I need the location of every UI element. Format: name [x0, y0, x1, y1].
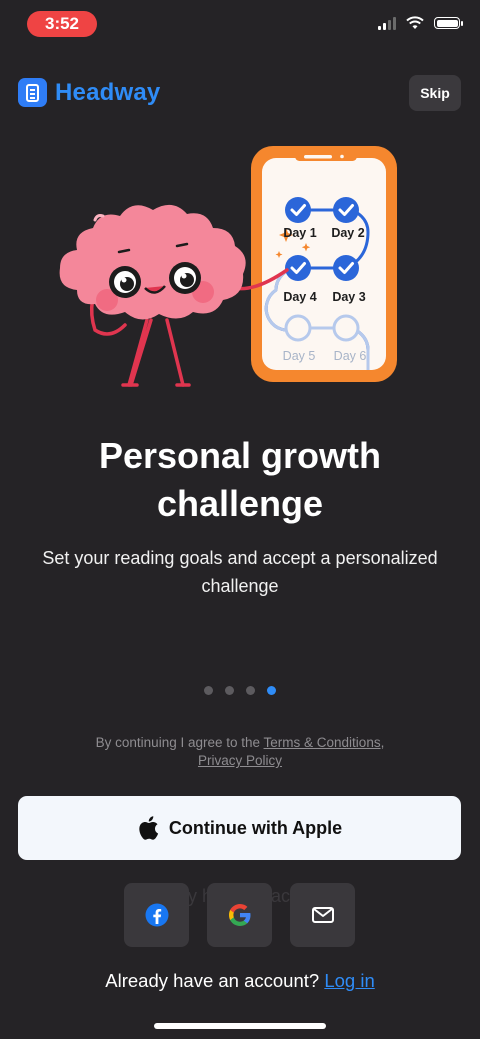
continue-with-apple-button[interactable]: Continue with Apple [18, 796, 461, 860]
day-label: Day 2 [331, 226, 364, 240]
page-dot[interactable] [225, 686, 234, 695]
brand-logo: Headway [18, 78, 160, 107]
privacy-policy-link[interactable]: Privacy Policy [198, 753, 282, 768]
terms-notice: By continuing I agree to the Terms & Con… [95, 735, 385, 768]
home-indicator[interactable] [154, 1023, 326, 1029]
skip-button[interactable]: Skip [409, 75, 461, 111]
book-icon [18, 78, 47, 107]
status-time[interactable]: 3:52 [27, 11, 97, 37]
page-dot[interactable] [246, 686, 255, 695]
status-bar: 3:52 [0, 0, 480, 48]
page-indicator[interactable] [0, 686, 480, 695]
email-login-button[interactable] [290, 883, 355, 947]
google-icon [228, 904, 250, 926]
status-icons [378, 16, 463, 30]
login-prompt: Already have an account? Log in [105, 970, 375, 991]
facebook-icon [145, 903, 168, 927]
log-in-link[interactable]: Log in [324, 970, 374, 991]
mail-icon [311, 907, 334, 923]
challenge-illustration: Day 1 Day 2 Day 4 Day 3 Day 5 Day 6 [59, 146, 397, 387]
day-node-completed [285, 197, 311, 223]
day-node-completed [285, 255, 311, 281]
brand-name: Headway [55, 78, 161, 106]
page-dot-active[interactable] [267, 686, 276, 695]
google-login-button[interactable] [207, 883, 272, 947]
day-label: Day 6 [334, 349, 367, 363]
day-label: Day 1 [283, 226, 316, 240]
wifi-icon [406, 16, 424, 29]
day-label: Day 3 [332, 290, 365, 304]
day-node-completed [333, 197, 359, 223]
onboarding-title: Personal growth challenge [98, 435, 382, 524]
cellular-signal-icon [378, 16, 396, 30]
apple-icon [139, 816, 158, 840]
phone-illustration: Day 1 Day 2 Day 4 Day 3 Day 5 Day 6 [251, 146, 397, 382]
page-dot[interactable] [204, 686, 213, 695]
day-label: Day 5 [283, 349, 316, 363]
day-node-completed [333, 255, 359, 281]
onboarding-subtitle: Set your reading goals and accept a pers… [42, 548, 438, 596]
battery-icon [434, 17, 463, 29]
facebook-login-button[interactable] [124, 883, 189, 947]
day-node-open [284, 314, 312, 342]
apple-button-label: Continue with Apple [168, 817, 343, 838]
day-node-open [332, 314, 360, 342]
terms-link[interactable]: Terms & Conditions [264, 735, 381, 750]
social-login-row [124, 883, 355, 947]
day-label: Day 4 [283, 290, 316, 304]
